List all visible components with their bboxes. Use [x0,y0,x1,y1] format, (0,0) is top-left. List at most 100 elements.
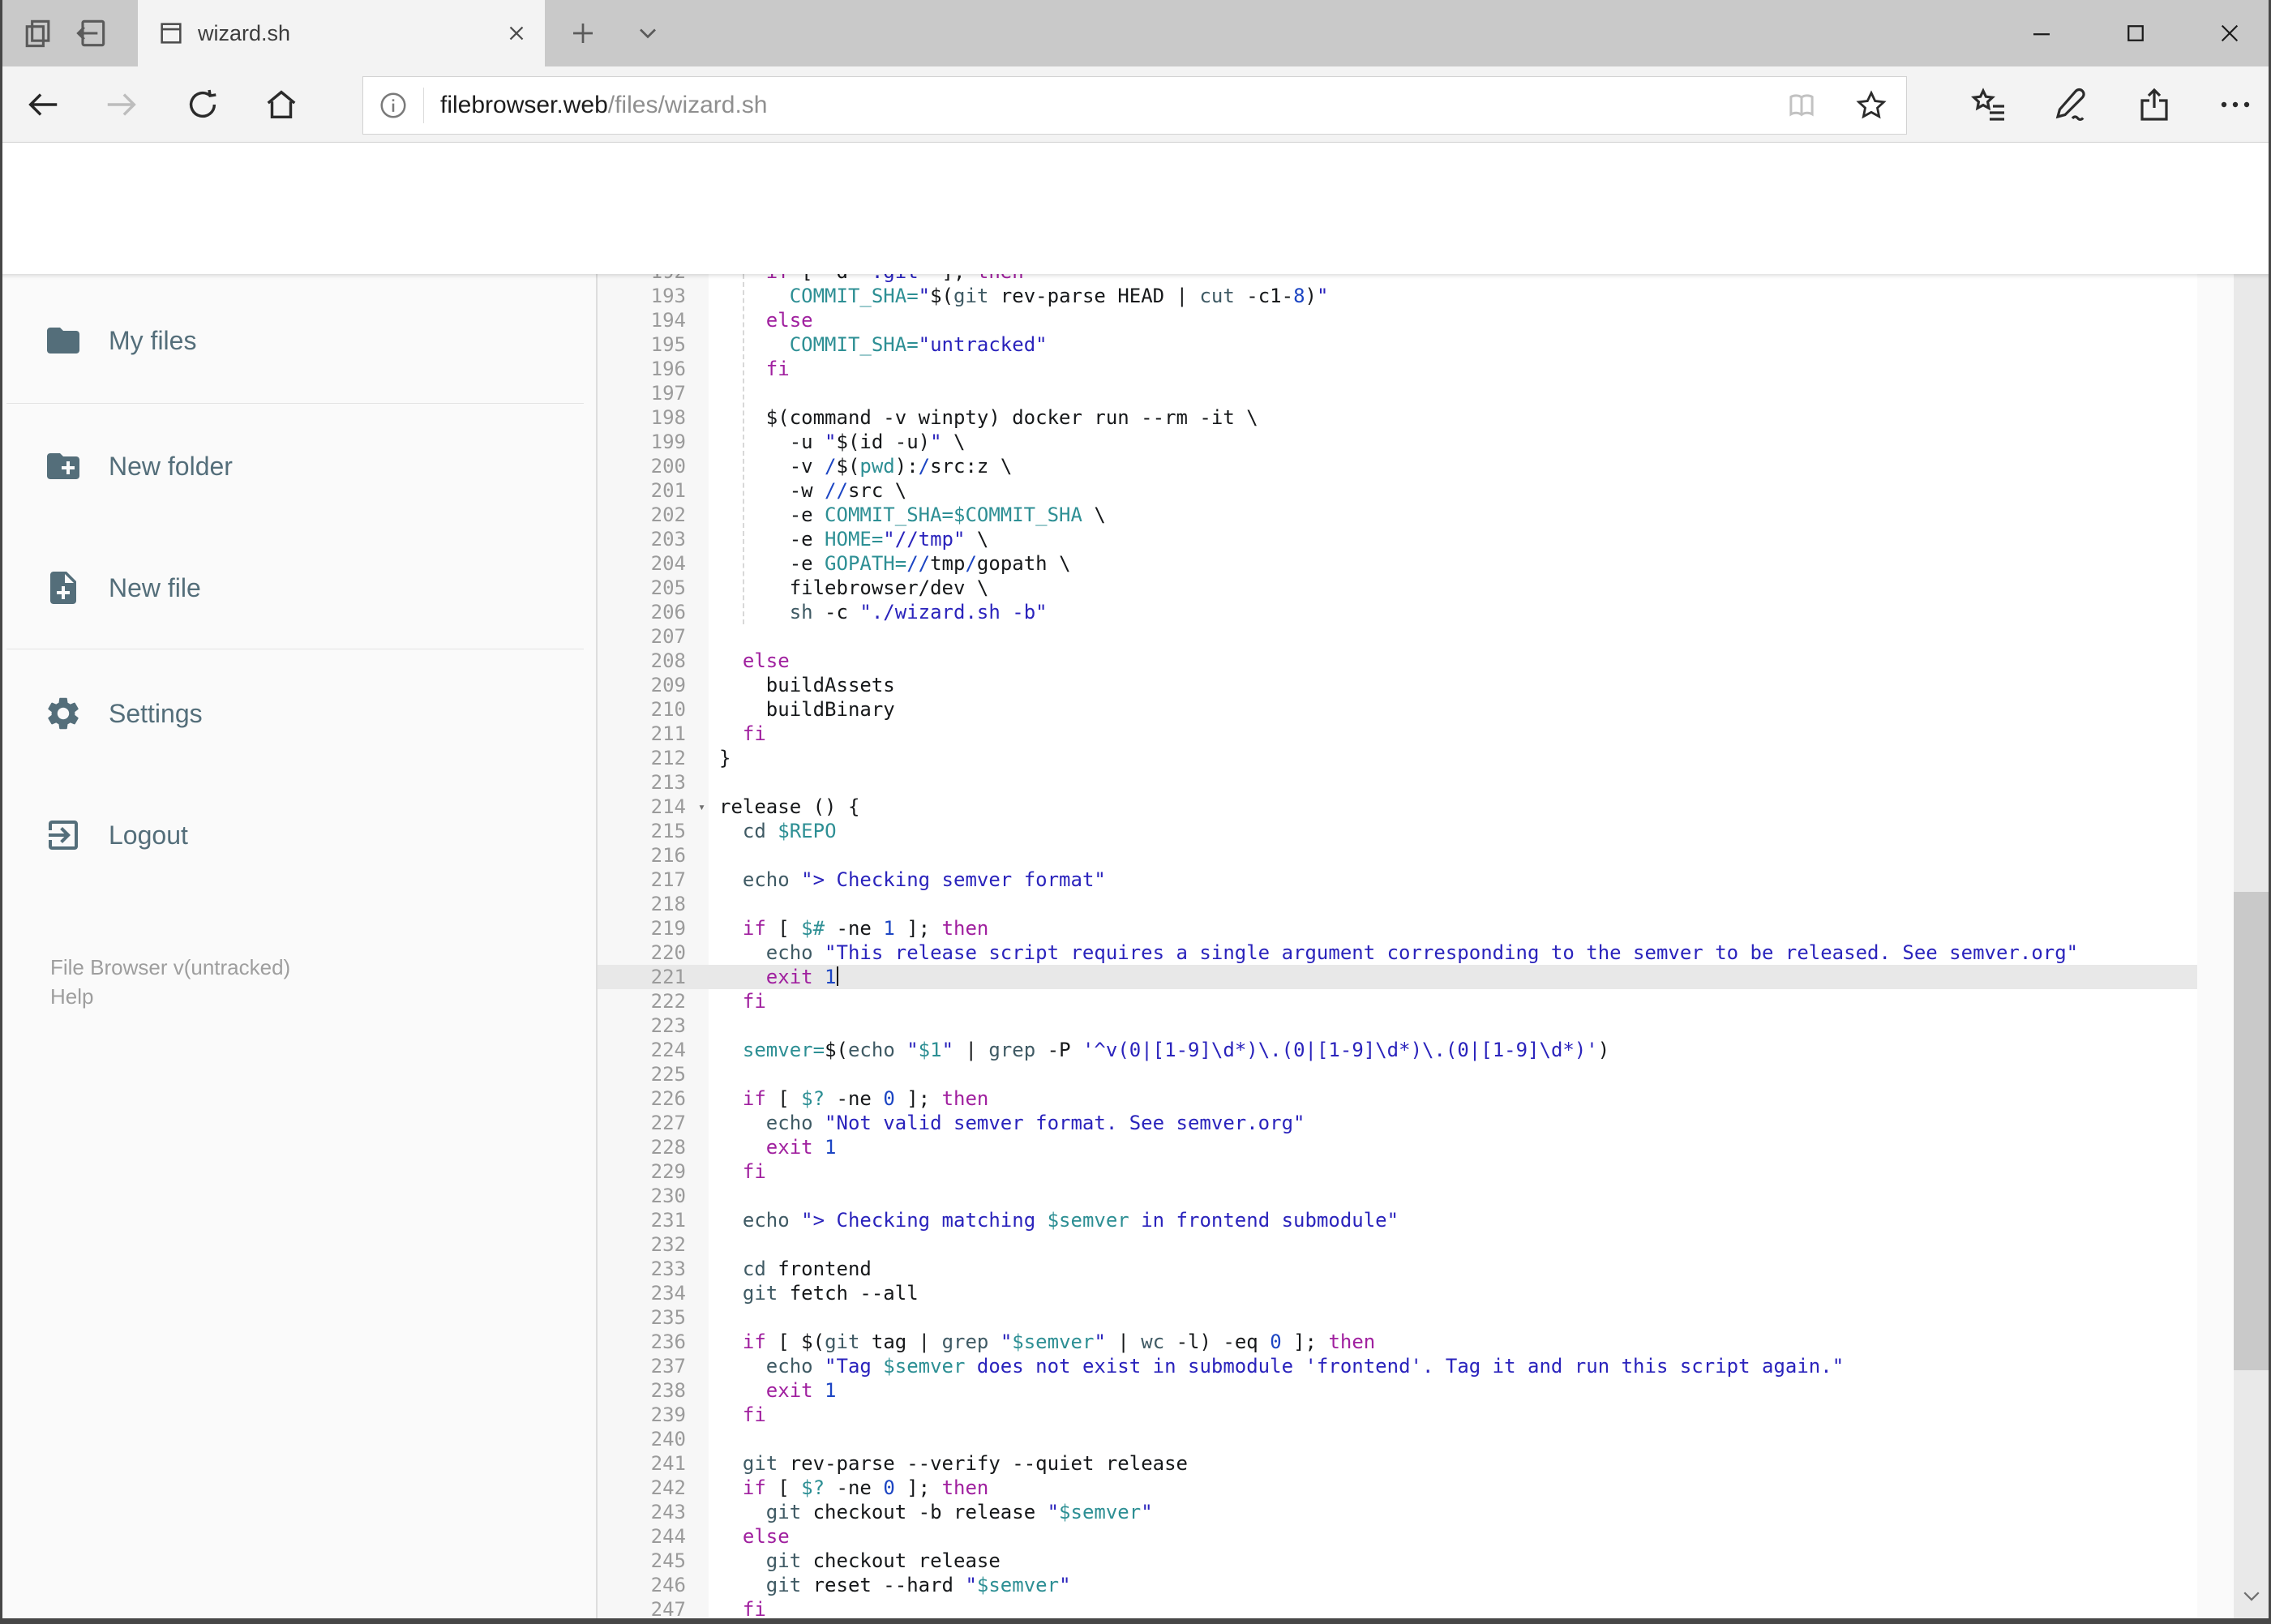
new-tab-button[interactable] [550,0,616,66]
code-line[interactable]: 206 sh -c "./wizard.sh -b" [598,600,2197,624]
code-line[interactable]: 212} [598,746,2197,770]
code-line[interactable]: 205 filebrowser/dev \ [598,576,2197,600]
code-line[interactable]: 214 ▾ release () { [598,795,2197,819]
code-line[interactable]: 242 if [ $? -ne 0 ]; then [598,1476,2197,1500]
fold-marker-icon[interactable]: ▾ [698,795,705,819]
code-line[interactable]: 215 cd $REPO [598,819,2197,843]
reading-view-button[interactable] [1767,88,1836,122]
code-line[interactable]: 220 echo "This release script requires a… [598,941,2197,965]
sidebar-item-my-files[interactable]: My files [0,296,584,385]
code-text: -e HOME="//tmp" \ [719,528,989,551]
code-line[interactable]: 224 semver=$(echo "$1" | grep -P '^v(0|[… [598,1038,2197,1062]
code-line[interactable]: 198 $(command -v winpty) docker run --rm… [598,405,2197,430]
code-line[interactable]: 207 [598,624,2197,649]
line-number: 225 [650,1063,686,1086]
code-editor[interactable]: 192 if [ -d ".git" ]; then193 COMMIT_SHA… [596,274,2197,1618]
code-line[interactable]: 201 -w //src \ [598,478,2197,503]
web-notes-button[interactable] [2035,66,2108,143]
code-line[interactable]: 228 exit 1 [598,1135,2197,1159]
code-line[interactable]: 193 COMMIT_SHA="$(git rev-parse HEAD | c… [598,284,2197,308]
sidebar-item-new-folder[interactable]: New folder [0,422,584,511]
site-info-button[interactable] [363,90,423,121]
code-line[interactable]: 244 else [598,1524,2197,1549]
close-button[interactable] [2194,0,2265,66]
code-line[interactable]: 192 if [ -d ".git" ]; then [598,274,2197,284]
scrollbar-thumb[interactable] [2234,892,2269,1370]
code-line[interactable]: 221 exit 1 [598,965,2197,989]
sidebar-item-label: Settings [109,698,203,728]
code-line[interactable]: 213 [598,770,2197,795]
code-line[interactable]: 243 git checkout -b release "$semver" [598,1500,2197,1524]
code-line[interactable]: 239 fi [598,1403,2197,1427]
address-bar[interactable]: filebrowser.web/files/wizard.sh [362,76,1907,135]
code-line[interactable]: 210 buildBinary [598,697,2197,722]
sidebar-item-new-file[interactable]: New file [0,543,584,632]
tab-close-icon[interactable] [504,21,529,45]
code-line[interactable]: 209 buildAssets [598,673,2197,697]
vertical-scrollbar[interactable] [2234,143,2269,1618]
code-line[interactable]: 240 [598,1427,2197,1451]
back-button[interactable] [6,66,79,143]
code-line[interactable]: 227 echo "Not valid semver format. See s… [598,1111,2197,1135]
line-number: 208 [650,649,686,672]
code-line[interactable]: 234 git fetch --all [598,1281,2197,1305]
scroll-down-button[interactable] [2234,1573,2269,1618]
code-line[interactable]: 200 -v /$(pwd):/src:z \ [598,454,2197,478]
tab-list-button[interactable] [615,0,681,66]
more-menu-button[interactable] [2199,66,2271,143]
sidebar-item-settings[interactable]: Settings [0,669,584,758]
code-line[interactable]: 233 cd frontend [598,1257,2197,1281]
favorite-star-button[interactable] [1836,88,1906,122]
code-line[interactable]: 196 fi [598,357,2197,381]
minimize-button[interactable] [2006,0,2077,66]
line-number: 212 [650,747,686,769]
code-line[interactable]: 238 exit 1 [598,1378,2197,1403]
help-link[interactable]: Help [50,984,93,1009]
code-line[interactable]: 226 if [ $? -ne 0 ]; then [598,1086,2197,1111]
code-line[interactable]: 195 COMMIT_SHA="untracked" [598,332,2197,357]
code-line[interactable]: 199 -u "$(id -u)" \ [598,430,2197,454]
code-line[interactable]: 236 if [ $(git tag | grep "$semver" | wc… [598,1330,2197,1354]
code-line[interactable]: 204 -e GOPATH=//tmp/gopath \ [598,551,2197,576]
code-line[interactable]: 211 fi [598,722,2197,746]
code-line[interactable]: 232 [598,1232,2197,1257]
settings-icon [44,694,83,733]
maximize-button[interactable] [2100,0,2171,66]
code-line[interactable]: 217 echo "> Checking semver format" [598,868,2197,892]
code-line[interactable]: 216 [598,843,2197,868]
sidebar-item-logout[interactable]: Logout [0,791,584,880]
code-line[interactable]: 202 -e COMMIT_SHA=$COMMIT_SHA \ [598,503,2197,527]
refresh-button[interactable] [166,66,239,143]
code-line[interactable]: 218 [598,892,2197,916]
line-number: 238 [650,1379,686,1402]
code-line[interactable]: 230 [598,1184,2197,1208]
code-line[interactable]: 222 fi [598,989,2197,1013]
code-line[interactable]: 197 [598,381,2197,405]
code-line[interactable]: 229 fi [598,1159,2197,1184]
share-page-button[interactable] [2118,66,2191,143]
code-line[interactable]: 208 else [598,649,2197,673]
code-text: if [ $(git tag | grep "$semver" | wc -l)… [742,1330,1376,1353]
code-line[interactable]: 246 git reset --hard "$semver" [598,1573,2197,1597]
plus-icon [573,24,593,43]
code-line[interactable]: 219 if [ $# -ne 1 ]; then [598,916,2197,941]
code-line[interactable]: 237 echo "Tag $semver does not exist in … [598,1354,2197,1378]
line-number: 198 [650,406,686,429]
favorites-hub-button[interactable] [1952,66,2025,143]
tabs-set-aside-icon[interactable] [58,0,125,66]
code-line[interactable]: 245 git checkout release [598,1549,2197,1573]
code-line[interactable]: 241 git rev-parse --verify --quiet relea… [598,1451,2197,1476]
line-number: 214 ▾ [650,795,705,819]
code-line[interactable]: 247 fi [598,1597,2197,1618]
code-line[interactable]: 235 [598,1305,2197,1330]
code-line[interactable]: 225 [598,1062,2197,1086]
code-line[interactable]: 231 echo "> Checking matching $semver in… [598,1208,2197,1232]
browser-tab[interactable]: wizard.sh [138,0,545,66]
code-line[interactable]: 194 else [598,308,2197,332]
code-text: if [ -d ".git" ]; then [709,274,2197,284]
home-button[interactable] [245,66,318,143]
code-line[interactable]: 203 -e HOME="//tmp" \ [598,527,2197,551]
forward-button[interactable] [85,66,158,143]
code-line[interactable]: 223 [598,1013,2197,1038]
